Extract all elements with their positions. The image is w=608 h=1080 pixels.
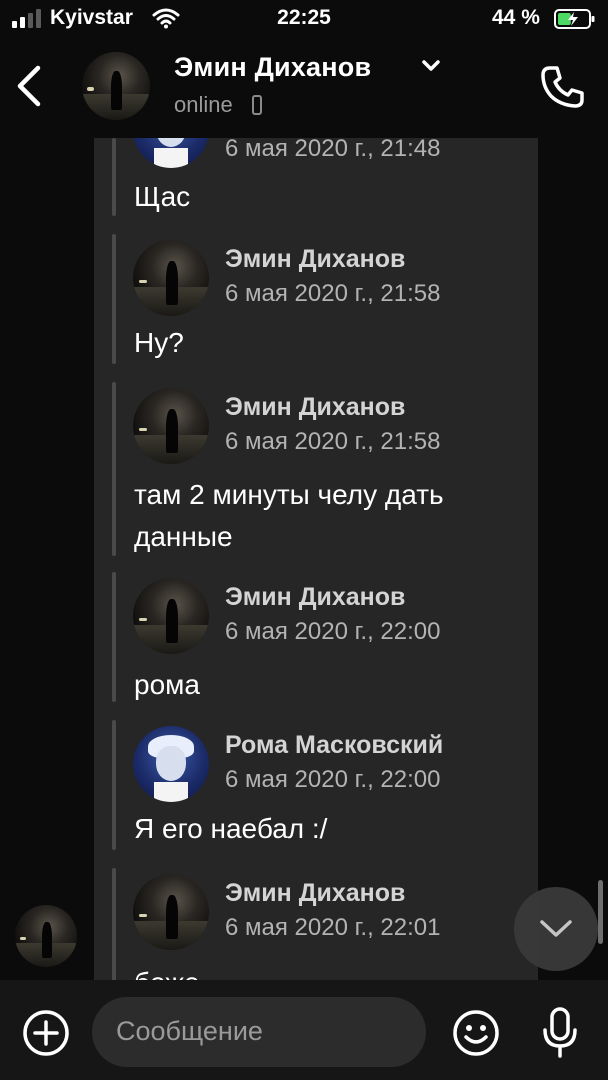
message-text: боже <box>134 962 534 980</box>
forwarded-message: Эмин Диханов 6 мая 2020 г., 22:01 боже <box>112 868 532 980</box>
chat-header: Эмин Диханов online <box>0 38 608 138</box>
photo-avatar <box>133 874 209 950</box>
message-date: 6 мая 2020 г., 21:48 <box>225 138 441 162</box>
message-input-bar: Сообщение <box>0 980 608 1080</box>
message-text: Я его наебал :/ <box>134 813 328 844</box>
message-input-placeholder: Сообщение <box>116 1016 263 1046</box>
sender-avatar[interactable] <box>15 905 77 967</box>
contact-avatar[interactable] <box>82 52 150 120</box>
message-date: 6 мая 2020 г., 22:01 <box>225 914 441 941</box>
message-text: Щас <box>134 181 191 212</box>
photo-avatar <box>133 388 209 464</box>
status-bar: Kyivstar 22:25 44 % <box>0 0 608 38</box>
chevron-down-icon[interactable] <box>420 58 442 74</box>
battery-percent: 44 % <box>492 6 540 29</box>
battery-icon <box>554 9 595 29</box>
phone-icon[interactable] <box>540 64 586 110</box>
anime-avatar <box>133 726 209 802</box>
smile-icon[interactable] <box>452 1009 500 1057</box>
mobile-device-icon <box>252 95 262 115</box>
forwarded-message: 6 мая 2020 г., 21:48 Щас <box>112 138 532 216</box>
photo-avatar <box>133 240 209 316</box>
message-author: Эмин Диханов <box>225 245 406 273</box>
plus-circle-icon[interactable] <box>22 1009 70 1057</box>
message-date: 6 мая 2020 г., 22:00 <box>225 766 441 793</box>
photo-avatar <box>133 578 209 654</box>
message-text: там 2 минуты челу дать данные <box>134 479 444 552</box>
scroll-to-bottom-button[interactable] <box>514 887 598 971</box>
message-author: Эмин Диханов <box>225 879 406 907</box>
message-date: 6 мая 2020 г., 21:58 <box>225 428 441 455</box>
message-list[interactable]: 6 мая 2020 г., 21:48 Щас Эмин Диханов 6 … <box>0 138 608 980</box>
contact-name[interactable]: Эмин Диханов <box>174 52 371 83</box>
chevron-down-icon <box>540 920 572 937</box>
message-date: 6 мая 2020 г., 22:00 <box>225 618 441 645</box>
contact-status: online <box>174 92 233 117</box>
forwarded-message: Эмин Диханов 6 мая 2020 г., 21:58 Ну? <box>112 234 532 364</box>
microphone-icon[interactable] <box>540 1006 580 1060</box>
message-author: Эмин Диханов <box>225 393 406 421</box>
anime-avatar <box>133 138 209 168</box>
scrollbar[interactable] <box>598 880 603 944</box>
forwarded-message: Рома Масковский 6 мая 2020 г., 22:00 Я е… <box>112 720 532 850</box>
message-text: рома <box>134 669 200 700</box>
chevron-left-icon[interactable] <box>14 64 44 108</box>
message-text: Ну? <box>134 327 184 358</box>
message-author: Рома Масковский <box>225 731 444 759</box>
message-date: 6 мая 2020 г., 21:58 <box>225 280 441 307</box>
message-input[interactable]: Сообщение <box>92 997 426 1067</box>
message-author: Эмин Диханов <box>225 583 406 611</box>
forwarded-message: Эмин Диханов 6 мая 2020 г., 22:00 рома <box>112 572 532 702</box>
forwarded-message: Эмин Диханов 6 мая 2020 г., 21:58 там 2 … <box>112 382 532 556</box>
